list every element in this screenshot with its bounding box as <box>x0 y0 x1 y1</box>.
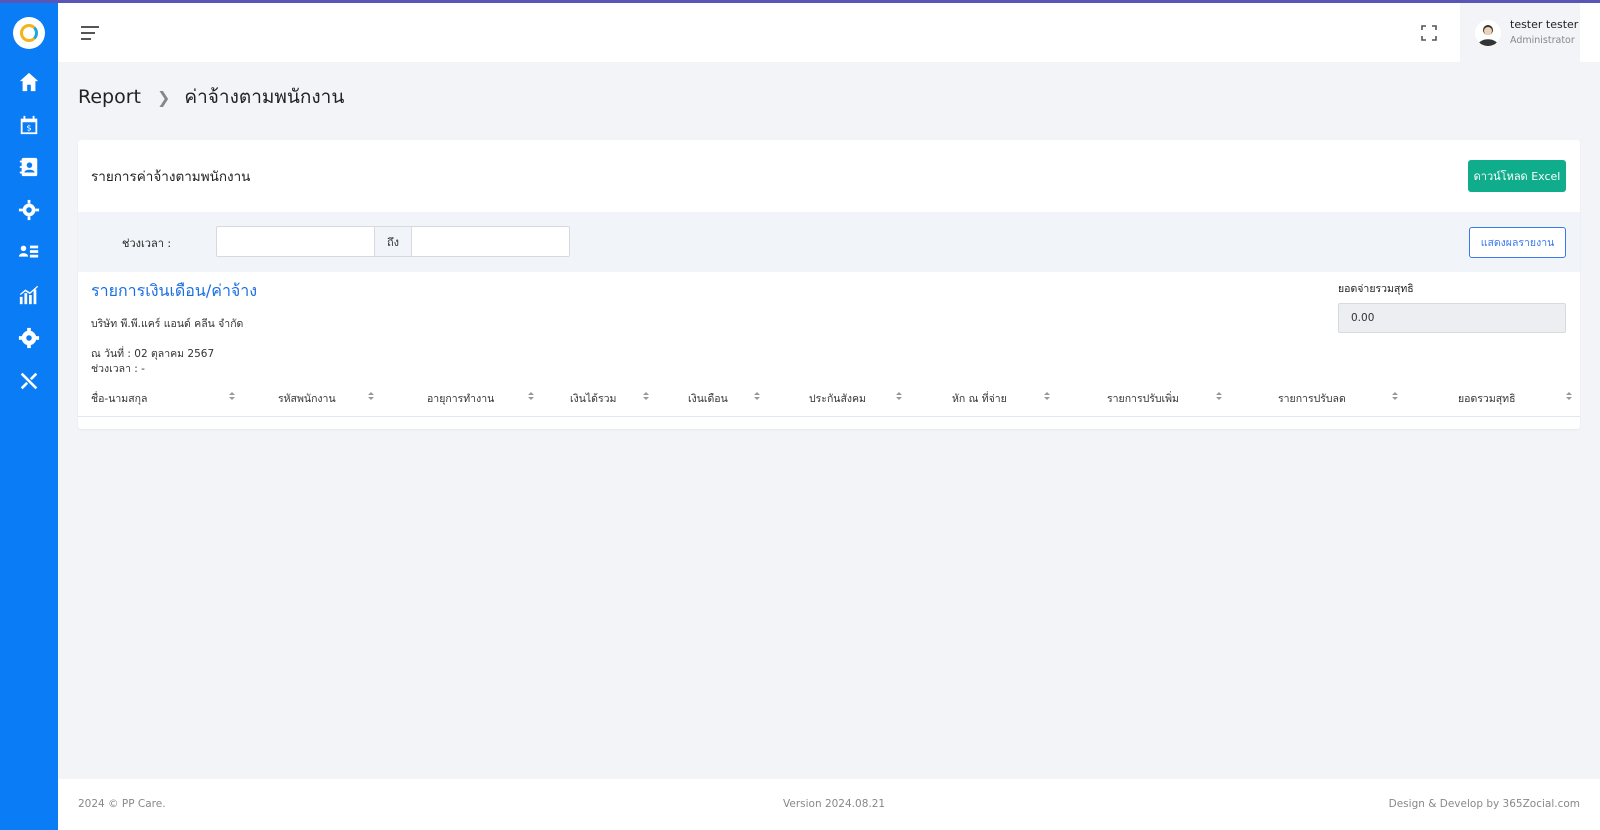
column-label: ประกันสังคม <box>809 393 866 405</box>
logo-mark <box>20 24 38 42</box>
sidebar-item-payroll[interactable]: $ <box>17 113 41 137</box>
user-role: Administrator <box>1510 35 1575 46</box>
column-label: รายการปรับเพิ่ม <box>1107 393 1179 405</box>
user-menu[interactable]: tester tester Administrator <box>1460 3 1580 62</box>
date-from-input[interactable] <box>216 226 375 257</box>
sort-icon <box>896 392 902 402</box>
footer: 2024 © PP Care. Version 2024.08.21 Desig… <box>58 779 1600 830</box>
column-header-tenure[interactable]: อายุการทำงาน <box>386 380 556 417</box>
sort-icon <box>1044 392 1050 402</box>
sidebar-item-settings[interactable] <box>17 326 41 350</box>
tools-icon <box>20 372 38 390</box>
sidebar-item-employee-list[interactable] <box>17 240 41 264</box>
show-report-button[interactable]: แสดงผลรายงาน <box>1469 227 1566 258</box>
net-total-field: 0.00 <box>1338 303 1566 333</box>
avatar <box>1475 20 1501 46</box>
column-label: หัก ณ ที่จ่าย <box>952 393 1007 405</box>
breadcrumb-parent[interactable]: Report <box>78 86 141 108</box>
footer-credit[interactable]: Design & Develop by 365Zocial.com <box>1389 798 1580 810</box>
sort-icon <box>368 392 374 402</box>
contact-book-icon <box>19 157 38 177</box>
sidebar-item-report[interactable] <box>17 283 41 307</box>
topbar: tester tester Administrator <box>58 3 1600 62</box>
column-label: เงินได้รวม <box>570 393 617 405</box>
sort-icon <box>1216 392 1222 402</box>
column-header-salary[interactable]: เงินเดือน <box>666 380 786 417</box>
calendar-money-icon: $ <box>20 115 38 135</box>
column-header-total-income[interactable]: เงินได้รวม <box>556 380 666 417</box>
column-label: เงินเดือน <box>688 393 728 405</box>
column-label: ชื่อ-นามสกุล <box>91 393 148 405</box>
column-label: รหัสพนักงาน <box>278 393 336 405</box>
users-gear-icon <box>18 199 40 221</box>
column-header-social-security[interactable]: ประกันสังคม <box>786 380 936 417</box>
column-header-net-total[interactable]: ยอดรวมสุทธิ <box>1431 380 1580 417</box>
user-list-icon <box>18 245 39 258</box>
report-period: ช่วงเวลา : - <box>91 363 145 375</box>
sort-icon <box>1392 392 1398 402</box>
column-label: อายุการทำงาน <box>427 393 495 405</box>
company-name: บริษัท พี.พี.แคร์ แอนด์ คลีน จำกัด <box>91 318 244 330</box>
card-title: รายการค่าจ้างตามพนักงาน <box>91 169 251 185</box>
sidebar: $ <box>0 0 58 830</box>
table-header: ชื่อ-นามสกุล รหัสพนักงาน อายุการทำงาน เง… <box>78 380 1580 417</box>
sidebar-item-tools[interactable] <box>17 369 41 393</box>
footer-version: Version 2024.08.21 <box>783 798 886 810</box>
fullscreen-icon[interactable] <box>1421 25 1437 41</box>
footer-copyright: 2024 © PP Care. <box>78 798 166 810</box>
sort-icon <box>528 392 534 402</box>
chevron-right-icon: ❯ <box>156 87 171 107</box>
download-excel-button[interactable]: ดาวน์โหลด Excel <box>1468 160 1566 192</box>
column-header-adjust-decrease[interactable]: รายการปรับลด <box>1261 380 1431 417</box>
filter-bar: ช่วงเวลา : ถึง แสดงผลรายงาน <box>78 212 1580 272</box>
menu-toggle-icon[interactable] <box>81 26 99 40</box>
sort-icon <box>754 392 760 402</box>
gear-icon <box>18 327 40 349</box>
sort-icon <box>643 392 649 402</box>
page-title: ค่าจ้างตามพนักงาน <box>184 86 345 108</box>
net-total-label: ยอดจ่ายรวมสุทธิ <box>1338 283 1414 295</box>
sidebar-item-staff-settings[interactable] <box>17 198 41 222</box>
period-label: ช่วงเวลา : <box>122 237 172 250</box>
sort-icon <box>1566 392 1572 402</box>
column-header-withholding-tax[interactable]: หัก ณ ที่จ่าย <box>936 380 1081 417</box>
date-to-input[interactable] <box>411 226 570 257</box>
report-card: รายการค่าจ้างตามพนักงาน ดาวน์โหลด Excel … <box>78 140 1580 429</box>
column-header-adjust-increase[interactable]: รายการปรับเพิ่ม <box>1081 380 1261 417</box>
app-logo[interactable] <box>13 17 45 49</box>
column-label: รายการปรับลด <box>1278 393 1346 405</box>
top-accent-line <box>0 0 1600 3</box>
home-icon <box>19 72 39 92</box>
column-header-employee-id[interactable]: รหัสพนักงาน <box>236 380 386 417</box>
report-title: รายการเงินเดือน/ค่าจ้าง <box>91 281 258 300</box>
column-header-name[interactable]: ชื่อ-นามสกุล <box>91 380 236 417</box>
chart-icon <box>19 285 39 305</box>
svg-text:$: $ <box>26 123 31 133</box>
sidebar-item-home[interactable] <box>17 70 41 94</box>
column-label: ยอดรวมสุทธิ <box>1458 393 1516 405</box>
date-to-label: ถึง <box>374 226 412 257</box>
sidebar-item-contacts[interactable] <box>17 155 41 179</box>
breadcrumb: Report ❯ ค่าจ้างตามพนักงาน <box>78 82 344 112</box>
user-name: tester tester <box>1510 18 1579 31</box>
sort-icon <box>229 392 235 402</box>
